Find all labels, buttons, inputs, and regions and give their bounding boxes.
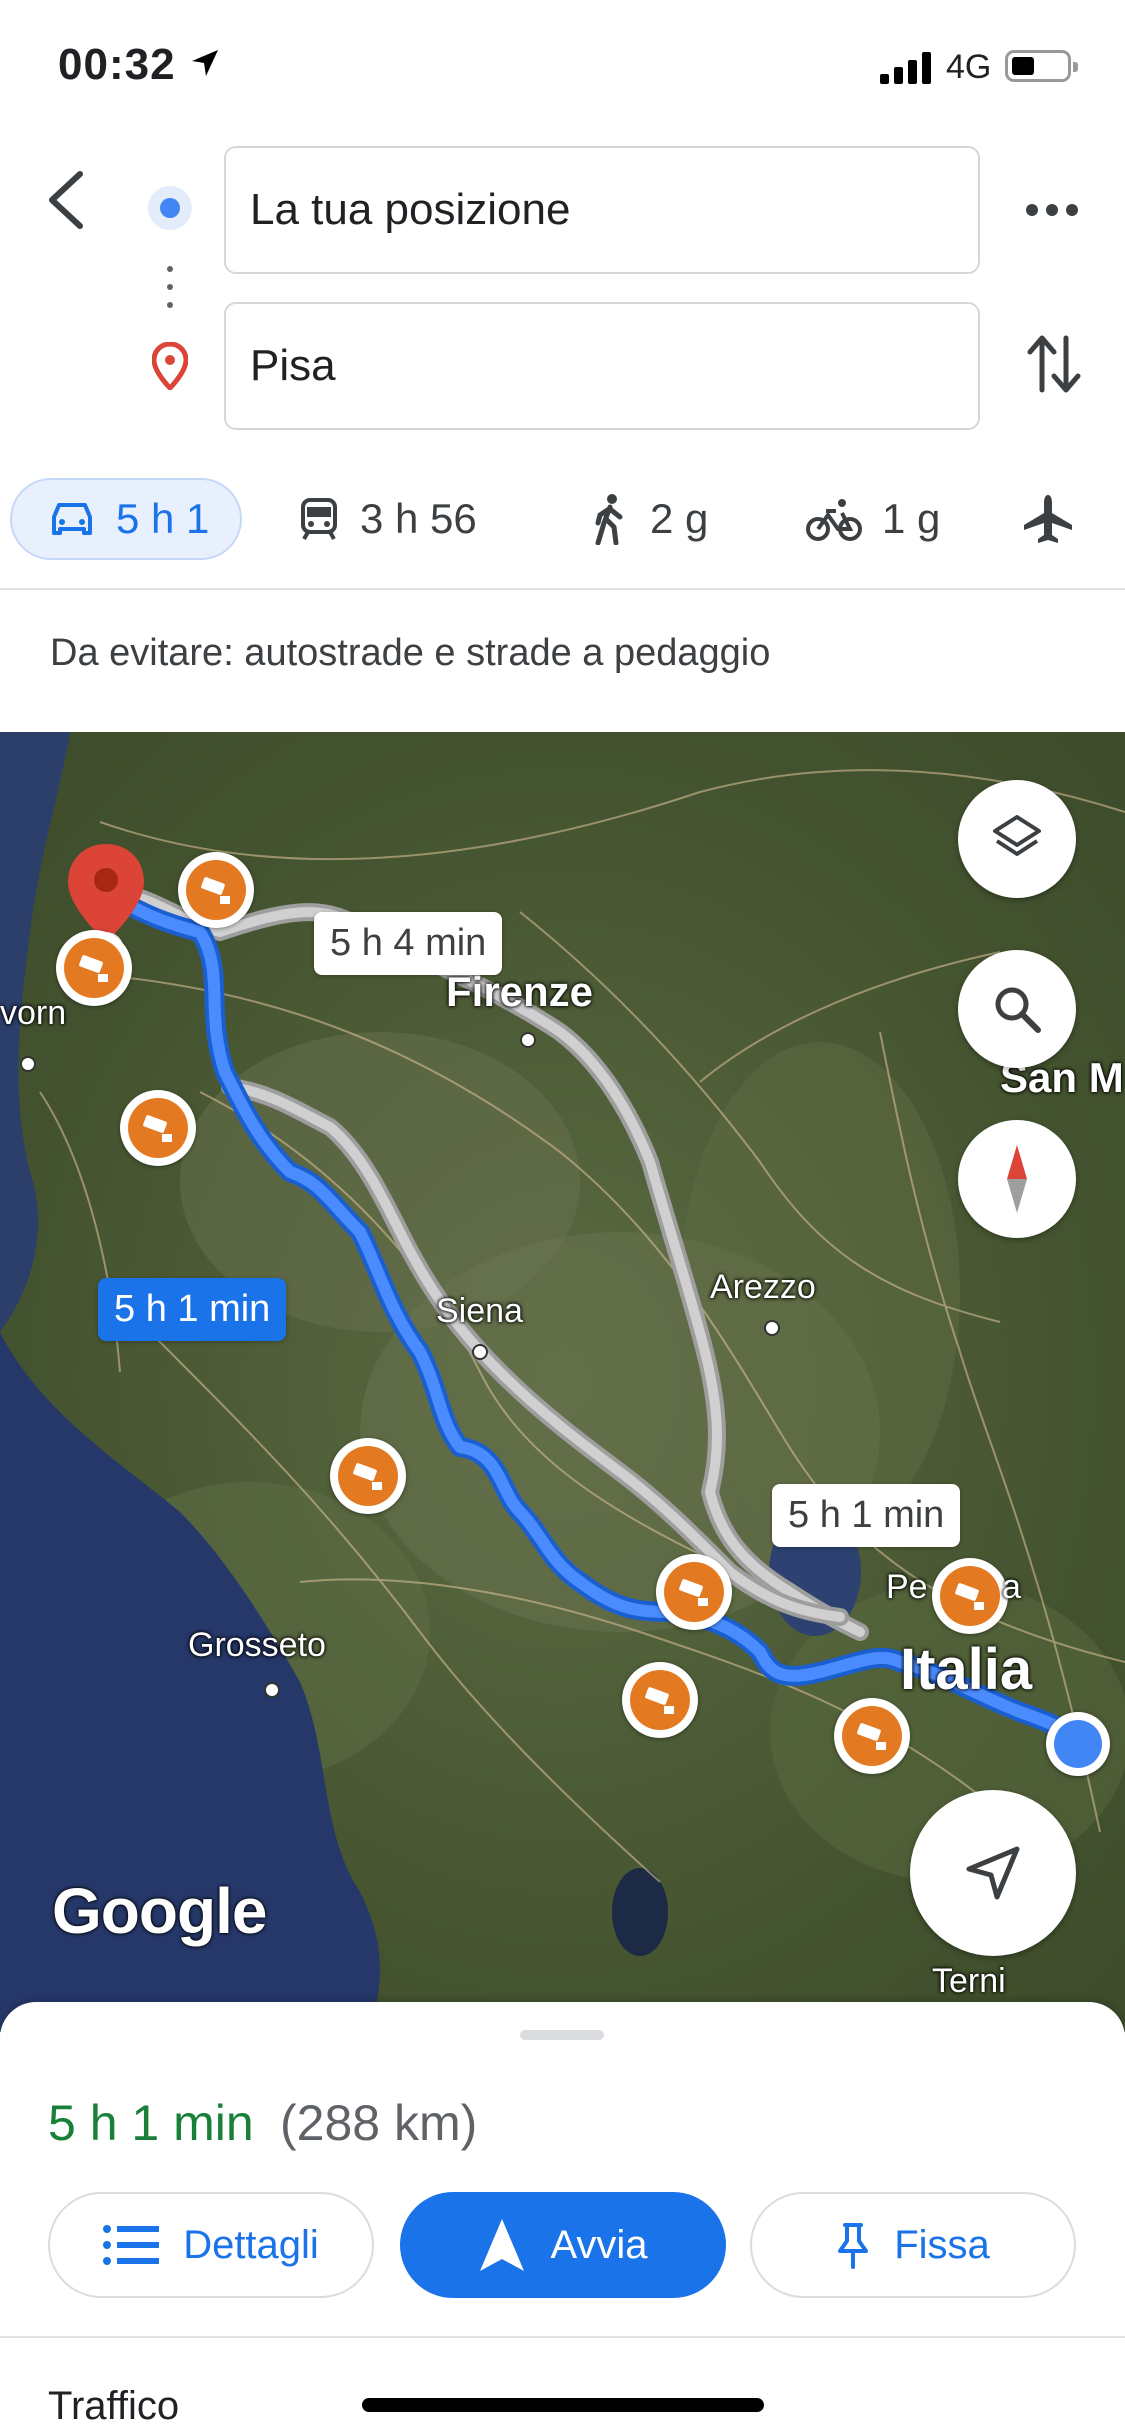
sheet-drag-handle[interactable] [520,2030,604,2040]
current-location-dot [1046,1712,1110,1776]
destination-pin-icon [152,342,188,390]
place-label-livorno: vorn [0,994,67,1032]
compass-icon [1007,1145,1027,1213]
layers-button[interactable] [958,780,1076,898]
route-distance: (288 km) [280,2095,478,2151]
pin-icon [838,2223,869,2269]
place-label-arezzo: Arezzo [710,1268,816,1306]
place-label-firenze: Firenze [446,968,594,1015]
route-callout-alt2[interactable]: 5 h 1 min [772,1484,961,1547]
avoid-notice[interactable]: Da evitare: autostrade e strade a pedagg… [50,632,770,675]
traffic-heading: Traffico [48,2384,180,2428]
map-search-button[interactable] [958,950,1076,1068]
route-duration: 5 h 1 min [48,2095,254,2151]
route-callout-alt1[interactable]: 5 h 4 min [314,912,503,975]
destination-input[interactable]: Pisa [224,302,980,430]
origin-dot-icon [148,186,192,230]
status-bar: 00:32 4G [0,0,1125,140]
mode-car-tab[interactable]: 5 h 1 [10,478,242,560]
travel-mode-bar: 5 h 1 3 h 56 2 g 1 g [0,478,1125,588]
speed-camera-icon[interactable] [330,1438,406,1514]
mode-bike-tab[interactable]: 1 g [806,478,940,560]
connector-dot [167,302,173,308]
place-label-grosseto: Grosseto [188,1626,326,1664]
details-label: Dettagli [183,2222,319,2267]
mode-walk-tab[interactable]: 2 g [590,478,708,560]
home-indicator[interactable] [362,2398,764,2412]
car-icon [52,503,92,535]
place-label-perugia: Pe [886,1568,928,1606]
connector-dot [167,284,173,290]
speed-camera-icon[interactable] [656,1554,732,1630]
divider [0,2336,1125,2338]
bike-icon [806,499,862,541]
origin-input[interactable]: La tua posizione [224,146,980,274]
place-label-perugia-end: a [1002,1568,1021,1606]
mode-transit-tab[interactable]: 3 h 56 [298,478,477,560]
speed-camera-icon[interactable] [178,852,254,928]
speed-camera-icon[interactable] [120,1090,196,1166]
network-type: 4G [946,48,992,86]
signal-icon [880,52,931,84]
location-arrow-icon [192,50,218,76]
speed-camera-icon[interactable] [56,930,132,1006]
place-label-terni: Terni [932,1962,1006,2000]
place-label-siena: Siena [436,1292,523,1330]
mode-transit-label: 3 h 56 [360,495,477,542]
mode-walk-label: 2 g [650,495,709,542]
navigation-icon [480,2219,525,2271]
map-view[interactable]: Firenze vorn San M Arezzo Siena Grosseto… [0,732,1125,2032]
layers-icon [993,815,1041,856]
navigation-arrow-icon [966,1846,1020,1900]
start-button[interactable]: Avvia [400,2192,726,2298]
google-logo: Google [52,1875,267,1947]
pin-label: Fissa [894,2222,990,2267]
details-button[interactable]: Dettagli [48,2192,374,2298]
divider [0,588,1125,590]
swap-icon[interactable] [1026,332,1082,396]
mode-car-label: 5 h 1 [116,495,210,542]
more-icon[interactable] [1024,200,1080,220]
speed-camera-icon[interactable] [622,1662,698,1738]
status-time: 00:32 [58,40,176,89]
recenter-button[interactable] [910,1790,1076,1956]
train-icon [301,498,337,540]
battery-icon [1005,50,1078,82]
plane-icon [1024,495,1072,543]
speed-camera-icon[interactable] [834,1698,910,1774]
start-label: Avvia [550,2222,648,2267]
back-arrow-icon[interactable] [44,170,88,230]
list-icon [103,2225,160,2265]
compass-button[interactable] [958,1120,1076,1238]
search-icon [995,987,1041,1033]
route-callout-main[interactable]: 5 h 1 min [98,1278,287,1341]
mode-plane-tab[interactable] [1022,478,1094,560]
place-label-italia: Italia [900,1637,1033,1702]
route-bottom-sheet[interactable]: 5 h 1 min (288 km) Dettagli Avvia Fissa … [0,2002,1125,2436]
speed-camera-icon[interactable] [932,1558,1008,1634]
walk-icon [595,494,623,545]
mode-bike-label: 1 g [882,495,941,542]
connector-dot [167,266,173,272]
pin-button[interactable]: Fissa [750,2192,1076,2298]
